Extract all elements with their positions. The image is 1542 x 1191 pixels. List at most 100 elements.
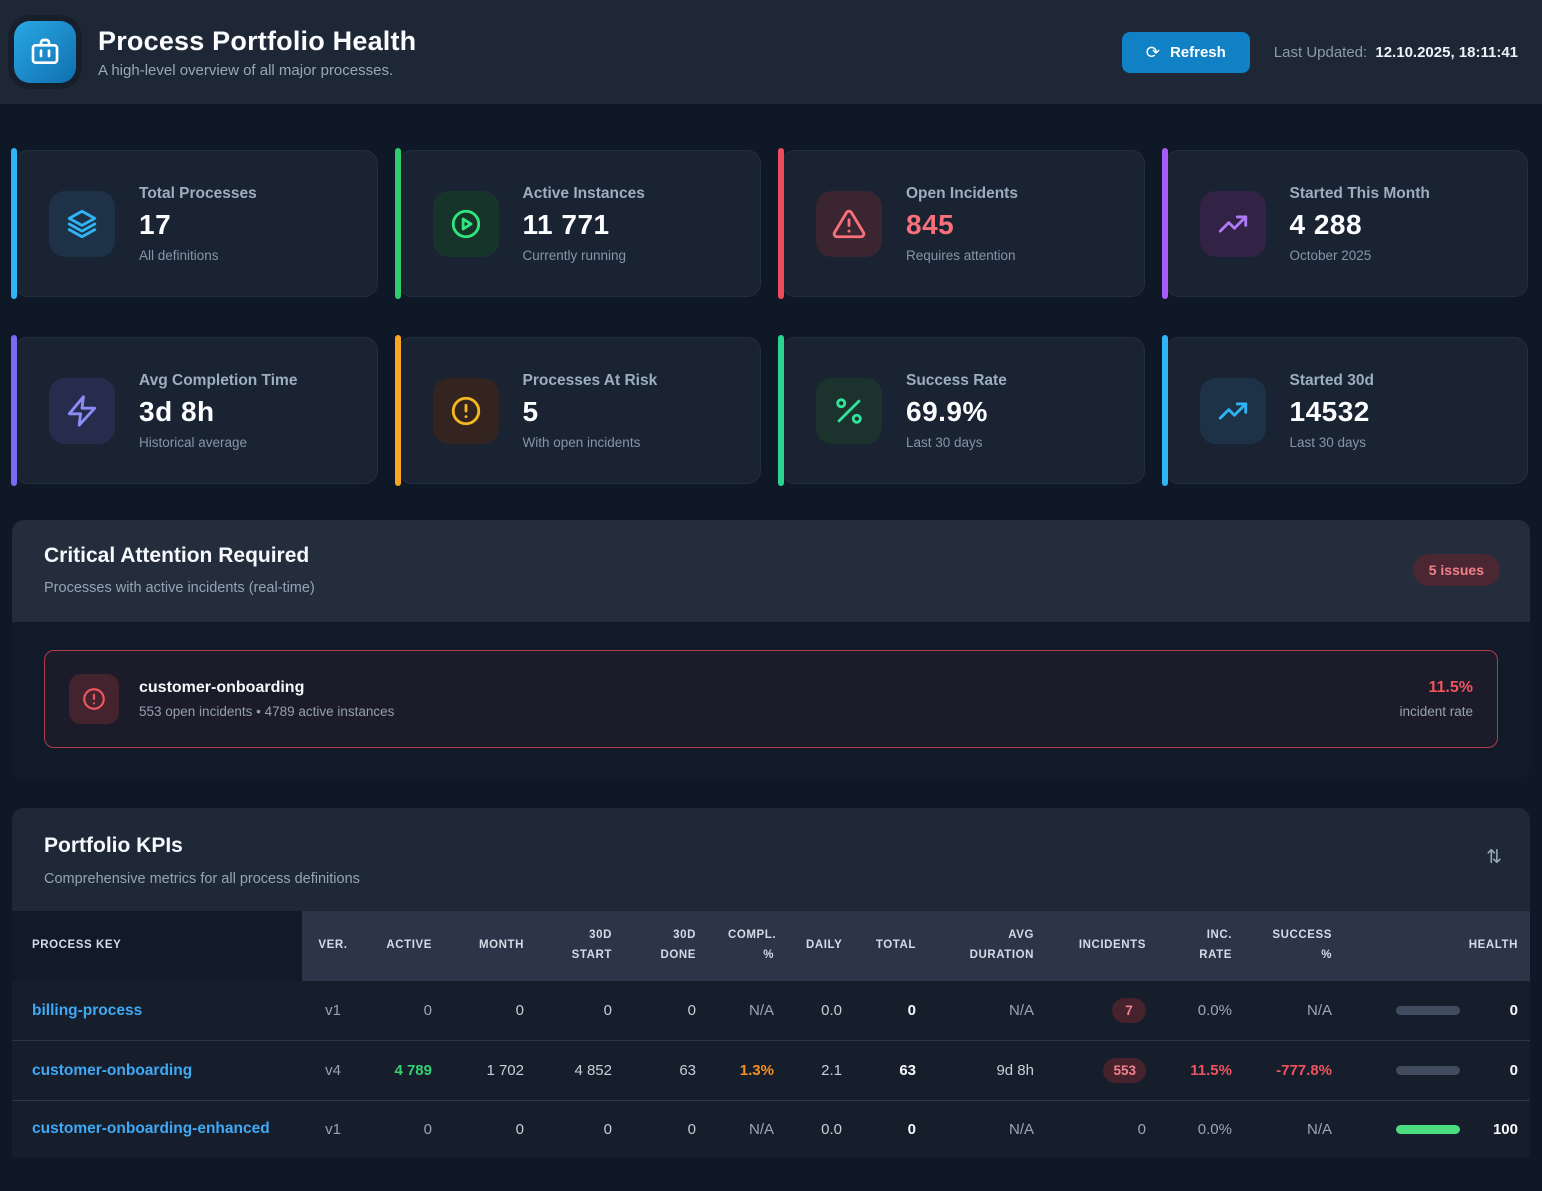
cell-success-pct: N/A bbox=[1248, 981, 1348, 1041]
stat-card-started-this-month: Started This Month 4 288 October 2025 bbox=[1165, 150, 1529, 297]
alert-circle-icon bbox=[433, 378, 499, 444]
stat-value: 5 bbox=[523, 396, 658, 428]
stat-value: 14532 bbox=[1290, 396, 1374, 428]
col-process-key[interactable]: Process Key bbox=[12, 911, 302, 981]
kpi-header-row: Process Key Ver. Active Month 30d Start … bbox=[12, 911, 1530, 981]
kpi-row-customer-onboarding[interactable]: customer-onboarding v4 4 789 1 702 4 852… bbox=[12, 1041, 1530, 1101]
stat-card-open-incidents: Open Incidents 845 Requires attention bbox=[781, 150, 1145, 297]
alert-rate-label: incident rate bbox=[1399, 704, 1473, 719]
stat-sub: With open incidents bbox=[523, 435, 658, 450]
cell-health: 100 bbox=[1348, 1101, 1530, 1158]
health-bar bbox=[1396, 1066, 1460, 1075]
kpi-row-billing-process[interactable]: billing-process v1 0 0 0 0 N/A 0.0 0 N/A… bbox=[12, 981, 1530, 1041]
stat-sub: Last 30 days bbox=[1290, 435, 1374, 450]
col-incidents[interactable]: Incidents bbox=[1050, 911, 1162, 981]
health-value: 100 bbox=[1492, 1121, 1518, 1138]
stat-card-avg-completion-time: Avg Completion Time 3d 8h Historical ave… bbox=[14, 337, 378, 484]
cell-incidents: 553 bbox=[1050, 1041, 1162, 1101]
cell-30d-start: 4 852 bbox=[540, 1041, 628, 1101]
stat-sub: All definitions bbox=[139, 248, 257, 263]
cell-active: 4 789 bbox=[364, 1041, 448, 1101]
cell-daily: 0.0 bbox=[790, 981, 858, 1041]
col-inc-rate[interactable]: Inc. Rate bbox=[1162, 911, 1248, 981]
cell-incidents: 0 bbox=[1050, 1101, 1162, 1158]
trending-up-icon bbox=[1200, 378, 1266, 444]
cell-30d-done: 0 bbox=[628, 981, 712, 1041]
stat-cards: Total Processes 17 All definitions Activ… bbox=[10, 118, 1532, 520]
stat-sub: Requires attention bbox=[906, 248, 1018, 263]
stat-label: Avg Completion Time bbox=[139, 372, 297, 390]
last-updated-label: Last Updated: bbox=[1274, 44, 1367, 61]
play-circle-icon bbox=[433, 191, 499, 257]
col-health[interactable]: Health bbox=[1348, 911, 1530, 981]
refresh-label: Refresh bbox=[1170, 44, 1226, 61]
stat-sub: Last 30 days bbox=[906, 435, 1007, 450]
cell-inc-rate: 0.0% bbox=[1162, 1101, 1248, 1158]
kpi-table: Process Key Ver. Active Month 30d Start … bbox=[12, 911, 1530, 1158]
accent-bar bbox=[1162, 148, 1168, 299]
cell-ver: v4 bbox=[302, 1041, 364, 1101]
cell-health: 0 bbox=[1348, 1041, 1530, 1101]
cell-incidents: 7 bbox=[1050, 981, 1162, 1041]
cell-30d-done: 63 bbox=[628, 1041, 712, 1101]
incidents-badge: 7 bbox=[1112, 998, 1146, 1023]
cell-success-pct: -777.8% bbox=[1248, 1041, 1348, 1101]
refresh-button[interactable]: ⟳ Refresh bbox=[1122, 32, 1250, 73]
critical-subtitle: Processes with active incidents (real-ti… bbox=[44, 580, 315, 596]
percent-icon bbox=[816, 378, 882, 444]
process-key-link[interactable]: billing-process bbox=[12, 981, 302, 1041]
stat-label: Processes At Risk bbox=[523, 372, 658, 390]
refresh-icon: ⟳ bbox=[1146, 44, 1160, 61]
health-value: 0 bbox=[1492, 1002, 1518, 1019]
stat-label: Active Instances bbox=[523, 185, 645, 203]
critical-attention-section: Critical Attention Required Processes wi… bbox=[12, 520, 1530, 778]
col-avg-duration[interactable]: Avg Duration bbox=[932, 911, 1050, 981]
cell-compl-pct: N/A bbox=[712, 1101, 790, 1158]
cell-30d-start: 0 bbox=[540, 1101, 628, 1158]
stat-card-started-30d: Started 30d 14532 Last 30 days bbox=[1165, 337, 1529, 484]
stat-value: 4 288 bbox=[1290, 209, 1430, 241]
col-ver[interactable]: Ver. bbox=[302, 911, 364, 981]
cell-30d-start: 0 bbox=[540, 981, 628, 1041]
process-key-link[interactable]: customer-onboarding-enhanced bbox=[12, 1101, 302, 1158]
stat-label: Success Rate bbox=[906, 372, 1007, 390]
health-bar bbox=[1396, 1125, 1460, 1134]
cell-month: 0 bbox=[448, 1101, 540, 1158]
process-key-link[interactable]: customer-onboarding bbox=[12, 1041, 302, 1101]
col-daily[interactable]: Daily bbox=[790, 911, 858, 981]
accent-bar bbox=[395, 335, 401, 486]
col-month[interactable]: Month bbox=[448, 911, 540, 981]
brand: Process Portfolio Health A high-level ov… bbox=[14, 21, 416, 83]
top-bar: Process Portfolio Health A high-level ov… bbox=[0, 0, 1542, 104]
last-updated-value: 12.10.2025, 18:11:41 bbox=[1375, 44, 1518, 61]
col-compl-pct[interactable]: Compl. % bbox=[712, 911, 790, 981]
cell-inc-rate: 0.0% bbox=[1162, 981, 1248, 1041]
lightning-icon bbox=[49, 378, 115, 444]
critical-alert-item[interactable]: customer-onboarding 553 open incidents •… bbox=[44, 650, 1498, 748]
stat-value: 17 bbox=[139, 209, 257, 241]
cell-month: 1 702 bbox=[448, 1041, 540, 1101]
col-30d-done[interactable]: 30d Done bbox=[628, 911, 712, 981]
col-active[interactable]: Active bbox=[364, 911, 448, 981]
stat-value: 3d 8h bbox=[139, 396, 297, 428]
accent-bar bbox=[11, 148, 17, 299]
cell-inc-rate: 11.5% bbox=[1162, 1041, 1248, 1101]
sort-icon[interactable]: ⇅ bbox=[1486, 846, 1502, 869]
col-success-pct[interactable]: Success % bbox=[1248, 911, 1348, 981]
cell-month: 0 bbox=[448, 981, 540, 1041]
stat-card-success-rate: Success Rate 69.9% Last 30 days bbox=[781, 337, 1145, 484]
stat-label: Open Incidents bbox=[906, 185, 1018, 203]
col-30d-start[interactable]: 30d Start bbox=[540, 911, 628, 981]
cell-active: 0 bbox=[364, 981, 448, 1041]
cell-compl-pct: N/A bbox=[712, 981, 790, 1041]
col-total[interactable]: Total bbox=[858, 911, 932, 981]
accent-bar bbox=[778, 335, 784, 486]
stat-label: Started This Month bbox=[1290, 185, 1430, 203]
cell-daily: 2.1 bbox=[790, 1041, 858, 1101]
kpi-row-customer-onboarding-enhanced[interactable]: customer-onboarding-enhanced v1 0 0 0 0 … bbox=[12, 1101, 1530, 1158]
stat-value: 69.9% bbox=[906, 396, 1007, 428]
alert-process-name: customer-onboarding bbox=[139, 679, 1379, 697]
stat-sub: Currently running bbox=[523, 248, 645, 263]
stat-card-total-processes: Total Processes 17 All definitions bbox=[14, 150, 378, 297]
stat-card-active-instances: Active Instances 11 771 Currently runnin… bbox=[398, 150, 762, 297]
